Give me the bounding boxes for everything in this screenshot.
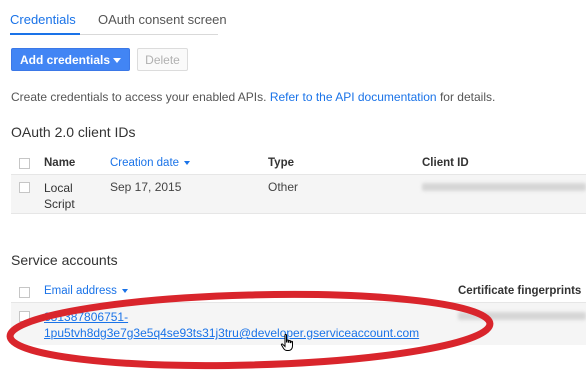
annotation-ellipse xyxy=(6,290,494,370)
hand-cursor-icon xyxy=(280,334,293,351)
